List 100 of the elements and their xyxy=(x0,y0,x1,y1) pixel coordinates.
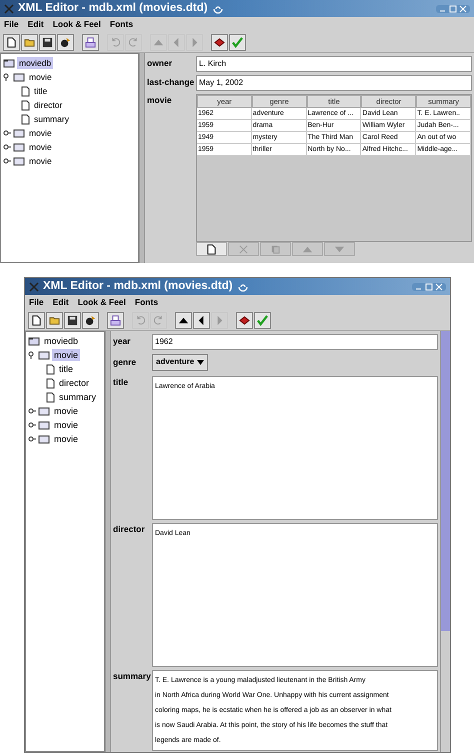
toolbar-button[interactable] xyxy=(175,312,192,328)
tree-item[interactable]: director xyxy=(32,99,64,111)
tree-item[interactable]: movie xyxy=(52,349,80,361)
field-label: summary xyxy=(113,670,151,683)
field-label: genre xyxy=(113,356,138,368)
maximize-icon[interactable] xyxy=(425,282,433,290)
undo-icon xyxy=(110,36,121,48)
tree-item[interactable]: moviedb xyxy=(17,57,54,69)
window-title: XML Editor - mdb.xml (movies.dtd) xyxy=(43,278,233,294)
menu-item[interactable]: Edit xyxy=(28,18,44,31)
folder-icon xyxy=(38,420,50,430)
folder-icon xyxy=(3,58,15,68)
folder-icon xyxy=(13,142,25,152)
redo-icon xyxy=(128,36,139,48)
folder-icon xyxy=(38,350,50,360)
undo-icon xyxy=(135,314,146,326)
tree-item[interactable]: movie xyxy=(27,141,54,153)
folder-icon xyxy=(13,156,25,166)
window-title: XML Editor - mdb.xml (movies.dtd) xyxy=(18,0,208,16)
document-icon xyxy=(21,114,30,124)
toolbar-button[interactable] xyxy=(57,34,74,50)
toolbar-button[interactable] xyxy=(39,34,56,50)
document-icon xyxy=(46,392,55,402)
tree-item[interactable]: title xyxy=(57,363,76,375)
toolbar-button[interactable] xyxy=(236,312,253,328)
tree-item[interactable]: director xyxy=(57,377,92,389)
genre-dropdown[interactable]: adventure xyxy=(152,354,208,370)
printer-icon xyxy=(85,36,96,48)
field-label: director xyxy=(113,523,146,536)
copy-icon xyxy=(270,244,281,254)
menu-item[interactable]: Look & Feel xyxy=(52,18,101,31)
toggle-handle-icon[interactable] xyxy=(3,73,11,81)
toggle-handle-icon[interactable] xyxy=(3,129,11,137)
toolbar-button[interactable] xyxy=(21,34,38,50)
tree-item[interactable]: moviedb xyxy=(42,335,80,347)
tree-item[interactable]: movie xyxy=(52,419,80,431)
document-icon xyxy=(21,100,30,110)
caret-icon xyxy=(197,360,204,364)
redo-icon xyxy=(153,314,164,326)
folder-icon xyxy=(28,336,40,346)
toggle-handle-icon[interactable] xyxy=(3,143,11,151)
toggle-handle-icon[interactable] xyxy=(28,421,36,429)
folder-icon xyxy=(24,36,35,48)
field-label: owner xyxy=(147,57,174,70)
toolbar-button[interactable] xyxy=(3,34,20,50)
field-label: title xyxy=(113,376,130,389)
window-controls[interactable] xyxy=(436,4,470,12)
close-icon[interactable] xyxy=(459,4,467,12)
toggle-handle-icon[interactable] xyxy=(28,407,36,415)
printer-icon xyxy=(110,314,121,326)
folder-icon xyxy=(49,314,60,326)
document-icon xyxy=(46,364,55,374)
text-field[interactable]: 1962 xyxy=(152,334,438,350)
toolbar-button[interactable] xyxy=(211,34,228,50)
table-button[interactable] xyxy=(196,242,227,256)
tree-item[interactable]: summary xyxy=(57,391,98,403)
maximize-icon[interactable] xyxy=(449,4,457,12)
text-field[interactable]: May 1, 2002 xyxy=(196,74,472,90)
toggle-handle-icon[interactable] xyxy=(3,157,11,165)
menu-item[interactable]: File xyxy=(4,18,19,31)
menu-item[interactable]: Fonts xyxy=(110,18,134,31)
tree-item[interactable]: movie xyxy=(52,433,80,445)
tree-item[interactable]: summary xyxy=(32,113,71,125)
text-field[interactable]: L. Kirch xyxy=(196,56,472,72)
scrollbar[interactable] xyxy=(440,331,450,752)
toolbar-button[interactable] xyxy=(64,312,81,328)
close-icon[interactable] xyxy=(435,282,443,290)
document-icon xyxy=(21,86,30,96)
field-label: year xyxy=(113,335,132,348)
menu-item[interactable]: Look & Feel xyxy=(78,296,126,309)
toggle-handle-icon[interactable] xyxy=(28,351,36,359)
document-icon xyxy=(6,36,17,48)
field-label: last-change xyxy=(147,76,195,89)
field-label: movie xyxy=(147,94,173,107)
document-icon xyxy=(31,314,42,326)
menu-item[interactable]: Fonts xyxy=(134,296,158,309)
x-logo-icon xyxy=(29,282,39,292)
toolbar-button[interactable] xyxy=(107,312,124,328)
toolbar-button[interactable] xyxy=(28,312,45,328)
check-icon xyxy=(257,314,268,326)
close-icon xyxy=(238,244,249,254)
tree-item[interactable]: movie xyxy=(52,405,80,417)
tree-item[interactable]: title xyxy=(32,85,50,97)
folder-icon xyxy=(13,128,25,138)
folder-icon xyxy=(38,406,50,416)
menu-item[interactable]: File xyxy=(29,296,44,309)
toolbar-button[interactable] xyxy=(193,312,210,328)
toolbar-button[interactable] xyxy=(82,34,99,50)
menu-item[interactable]: Edit xyxy=(52,296,69,309)
check-icon xyxy=(232,36,243,48)
document-icon xyxy=(46,378,55,388)
window-controls[interactable] xyxy=(412,282,446,290)
toolbar-button[interactable] xyxy=(82,312,99,328)
toggle-handle-icon[interactable] xyxy=(28,435,36,443)
tree-item[interactable]: movie xyxy=(27,71,54,83)
text-area[interactable] xyxy=(152,670,438,751)
tree-item[interactable]: movie xyxy=(27,155,54,167)
toolbar-button[interactable] xyxy=(46,312,63,328)
folder-icon xyxy=(38,434,50,444)
tree-item[interactable]: movie xyxy=(27,127,54,139)
